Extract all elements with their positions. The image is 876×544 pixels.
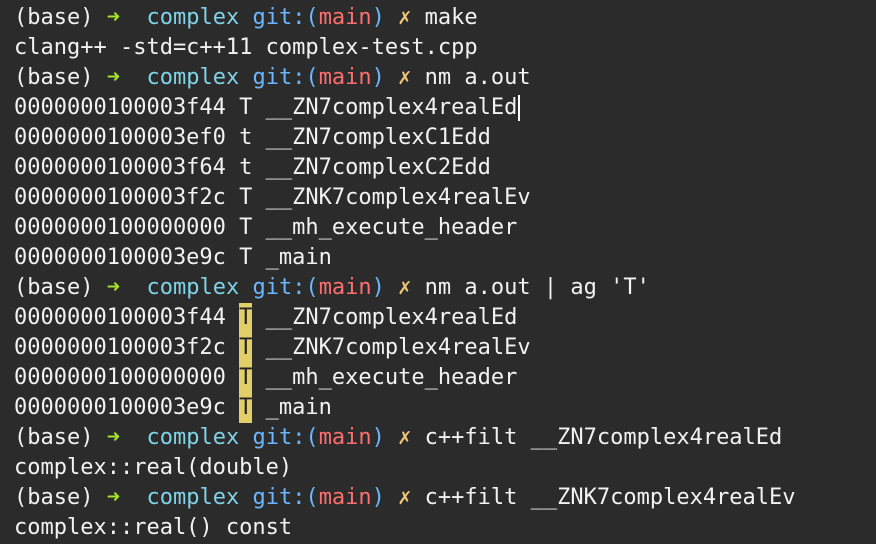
prompt-arrow-icon: ➜ xyxy=(106,5,120,30)
command-text: c++filt __ZN7complex4realEd xyxy=(424,425,783,450)
dirty-icon: ✗ xyxy=(398,425,412,450)
match-highlight: T xyxy=(239,363,253,393)
prompt-arrow-icon: ➜ xyxy=(106,425,120,450)
current-directory: complex xyxy=(146,65,240,90)
git-branch: main xyxy=(318,5,372,30)
command-text: nm a.out xyxy=(424,65,531,90)
output-text: 0000000100003f64 t __ZN7complexC2Edd xyxy=(14,155,491,180)
conda-env: (base) xyxy=(14,275,94,300)
output-line: 0000000100003f44 T __ZN7complex4realEd xyxy=(14,93,876,123)
output-text: 0000000100003f44 T __ZN7complex4realEd xyxy=(14,95,518,120)
output-text: complex::real() const xyxy=(14,515,293,540)
prompt-line: (base) ➜ complex git:(main) ✗ c++filt __… xyxy=(14,483,876,513)
git-label: git:( xyxy=(252,425,319,450)
text-cursor xyxy=(518,95,521,121)
output-line: 0000000100003f2c T __ZNK7complex4realEv xyxy=(14,183,876,213)
conda-env: (base) xyxy=(14,425,94,450)
output-text: complex::real(double) xyxy=(14,455,293,480)
output-line: 0000000100003ef0 t __ZN7complexC1Edd xyxy=(14,123,876,153)
prompt-arrow-icon: ➜ xyxy=(106,65,120,90)
terminal-window[interactable]: (base) ➜ complex git:(main) ✗ make clang… xyxy=(0,0,876,544)
dirty-icon: ✗ xyxy=(398,275,412,300)
git-label: git:( xyxy=(252,5,319,30)
git-label: git:( xyxy=(252,275,319,300)
match-address: 0000000100000000 xyxy=(14,365,226,390)
command-text: c++filt __ZNK7complex4realEv xyxy=(424,485,796,510)
output-text: 0000000100003ef0 t __ZN7complexC1Edd xyxy=(14,125,491,150)
current-directory: complex xyxy=(146,275,240,300)
git-branch: main xyxy=(318,485,372,510)
git-branch: main xyxy=(318,275,372,300)
git-branch: main xyxy=(318,65,372,90)
output-text: 0000000100003e9c T _main xyxy=(14,245,332,270)
match-address: 0000000100003e9c xyxy=(14,395,226,420)
match-address: 0000000100003f44 xyxy=(14,305,226,330)
git-label: git:( xyxy=(252,65,319,90)
git-label-close: ) xyxy=(371,65,385,90)
dirty-icon: ✗ xyxy=(398,485,412,510)
output-line: complex::real() const xyxy=(14,513,876,543)
command-text: nm a.out | ag 'T' xyxy=(424,275,650,300)
prompt-line: (base) ➜ complex git:(main) ✗ nm a.out |… xyxy=(14,273,876,303)
match-symbol-name: __mh_execute_header xyxy=(265,365,518,390)
output-line: 0000000100003f64 t __ZN7complexC2Edd xyxy=(14,153,876,183)
match-line: 0000000100003e9c T _main xyxy=(14,393,876,423)
conda-env: (base) xyxy=(14,485,94,510)
conda-env: (base) xyxy=(14,5,94,30)
current-directory: complex xyxy=(146,485,240,510)
match-highlight: T xyxy=(239,393,253,423)
current-directory: complex xyxy=(146,5,240,30)
dirty-icon: ✗ xyxy=(398,5,412,30)
match-address: 0000000100003f2c xyxy=(14,335,226,360)
prompt-arrow-icon: ➜ xyxy=(106,485,120,510)
match-line: 0000000100003f44 T __ZN7complex4realEd xyxy=(14,303,876,333)
output-text: clang++ -std=c++11 complex-test.cpp xyxy=(14,35,478,60)
git-label-close: ) xyxy=(371,425,385,450)
prompt-arrow-icon: ➜ xyxy=(106,275,120,300)
output-line: 0000000100000000 T __mh_execute_header xyxy=(14,213,876,243)
git-label: git:( xyxy=(252,485,319,510)
match-highlight: T xyxy=(239,303,253,333)
git-branch: main xyxy=(318,425,372,450)
output-text: 0000000100000000 T __mh_execute_header xyxy=(14,215,518,240)
match-symbol-name: __ZNK7complex4realEv xyxy=(265,335,531,360)
git-label-close: ) xyxy=(371,275,385,300)
git-label-close: ) xyxy=(371,485,385,510)
prompt-line: (base) ➜ complex git:(main) ✗ nm a.out xyxy=(14,63,876,93)
conda-env: (base) xyxy=(14,65,94,90)
dirty-icon: ✗ xyxy=(398,65,412,90)
current-directory: complex xyxy=(146,425,240,450)
match-line: 0000000100003f2c T __ZNK7complex4realEv xyxy=(14,333,876,363)
match-line: 0000000100000000 T __mh_execute_header xyxy=(14,363,876,393)
git-label-close: ) xyxy=(371,5,385,30)
output-text: 0000000100003f2c T __ZNK7complex4realEv xyxy=(14,185,531,210)
prompt-line: (base) ➜ complex git:(main) ✗ c++filt __… xyxy=(14,423,876,453)
match-symbol-name: _main xyxy=(265,395,332,420)
command-text: make xyxy=(424,5,478,30)
output-line: complex::real(double) xyxy=(14,453,876,483)
prompt-line: (base) ➜ complex git:(main) ✗ make xyxy=(14,3,876,33)
output-line: clang++ -std=c++11 complex-test.cpp xyxy=(14,33,876,63)
match-symbol-name: __ZN7complex4realEd xyxy=(265,305,518,330)
match-highlight: T xyxy=(239,333,253,363)
output-line: 0000000100003e9c T _main xyxy=(14,243,876,273)
